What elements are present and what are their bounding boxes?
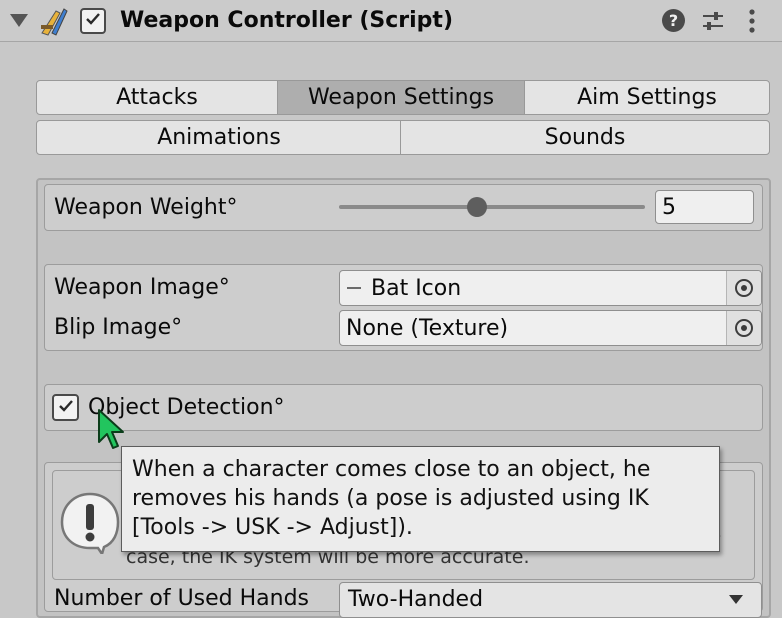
weapon-image-field[interactable]: Bat Icon [339,270,762,306]
object-picker-icon[interactable] [726,311,761,345]
tooltip: When a character comes close to an objec… [121,446,720,552]
weapon-weight-input[interactable] [655,190,754,224]
script-icon [38,5,70,37]
tooltip-line: [Tools -> USK -> Adjust]). [132,515,413,540]
tab-weapon-settings[interactable]: Weapon Settings [277,80,525,115]
weapon-weight-slider[interactable] [339,205,645,209]
checkmark-icon [84,10,102,32]
blip-image-label: Blip Image° [54,315,183,340]
weapon-weight-slider-thumb[interactable] [466,197,487,217]
tab-animations[interactable]: Animations [36,120,402,155]
object-detection-checkbox[interactable] [52,394,79,421]
tooltip-line: removes his hands (a pose is adjusted us… [132,486,649,511]
weapon-weight-label: Weapon Weight° [54,195,238,220]
texture-thumbnail-icon [347,287,361,289]
blip-image-value: None (Texture) [346,316,509,341]
blip-image-field[interactable]: None (Texture) [339,310,762,346]
menu-dots-icon[interactable] [742,6,762,36]
used-hands-label: Number of Used Hands [54,586,310,611]
chevron-down-icon [729,595,743,604]
tab-sounds[interactable]: Sounds [400,120,770,155]
presets-icon[interactable] [700,8,726,34]
warning-icon [58,490,122,557]
used-hands-dropdown[interactable]: Two-Handed [339,582,762,618]
help-icon[interactable]: ? [662,9,685,32]
used-hands-value: Two-Handed [348,587,484,612]
tooltip-line: When a character comes close to an objec… [132,457,651,482]
tab-attacks[interactable]: Attacks [36,80,278,115]
weapon-image-value: Bat Icon [371,276,462,301]
checkmark-icon [57,397,75,419]
component-enabled-checkbox[interactable] [80,8,106,34]
component-title: Weapon Controller (Script) [120,8,453,33]
weapon-image-label: Weapon Image° [54,275,230,300]
object-picker-icon[interactable] [726,271,761,305]
tab-aim-settings[interactable]: Aim Settings [524,80,770,115]
chevron-down-icon[interactable] [10,14,28,27]
mouse-cursor-icon [96,408,128,452]
